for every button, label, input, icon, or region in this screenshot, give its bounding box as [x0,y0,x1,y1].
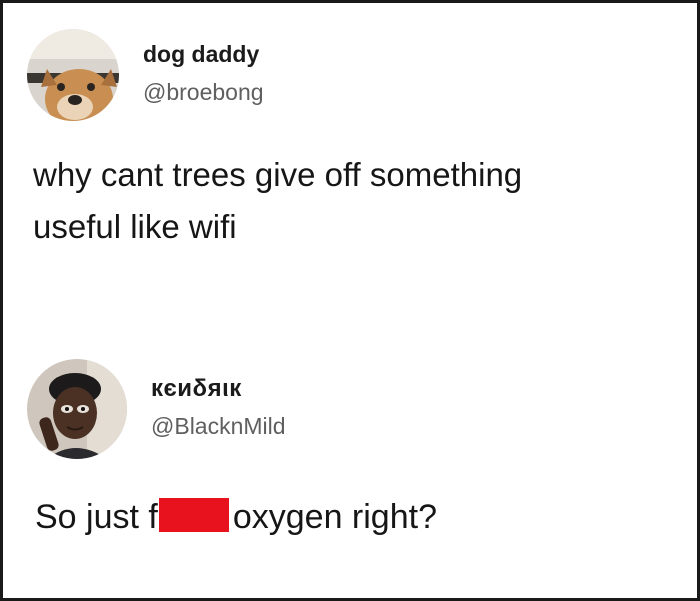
user-handle[interactable]: @broebong [143,79,264,106]
display-name[interactable]: dog daddy [143,41,259,68]
tweet-text-line: useful like wifi [33,208,237,245]
dog-avatar-icon[interactable] [27,29,119,121]
user-handle[interactable]: @BlacknMild [151,413,286,440]
tweet-text-after-censor: oxygen right? [232,498,437,536]
tweet-text-line: why cant trees give off something [33,156,523,193]
tweet-text-before-censor: So just f [35,498,158,536]
tweet-text: why cant trees give off something useful… [33,149,522,253]
tweet-text: So just f oxygen right? [35,491,437,543]
screenshot-frame: dog daddy @broebong why cant trees give … [0,0,700,601]
person-avatar-icon[interactable] [27,359,127,459]
censor-block [158,498,229,532]
display-name[interactable]: кєиδяιк [151,375,242,403]
